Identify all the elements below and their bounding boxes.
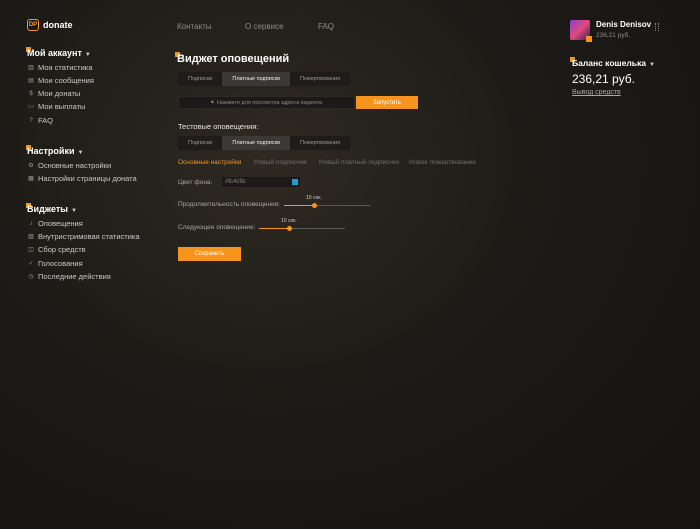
nav-contacts[interactable]: Контакты — [177, 22, 212, 31]
logo-text: donate — [43, 20, 73, 30]
stats-icon: ▧ — [28, 233, 34, 240]
sidebar-item-payouts[interactable]: ▭ Мои выплаты — [28, 102, 85, 111]
next-alert-slider[interactable]: 10 сек. — [259, 218, 345, 231]
wallet-title-label: Баланс кошелька — [572, 58, 646, 68]
subtab-new-donation[interactable]: Новое пожертвование — [409, 159, 476, 166]
sidebar-item-label: Мои сообщения — [38, 76, 94, 85]
logo-mark: DP — [27, 19, 39, 31]
test-tab-paid-subscriptions[interactable]: Платные подписки — [222, 136, 290, 150]
subtab-main-settings[interactable]: Основные настройки — [178, 159, 241, 166]
fund-icon: ◫ — [28, 246, 34, 253]
bg-color-label: Цвет фона: — [178, 179, 213, 186]
sidebar-item-label: Последние действия — [38, 272, 111, 281]
sidebar-item-label: Моя статистика — [38, 63, 93, 72]
tab-donations[interactable]: Пожертвования — [290, 72, 351, 86]
slider-value: 10 сек. — [281, 218, 297, 224]
test-tab-donations[interactable]: Пожертвования — [290, 136, 351, 150]
widget-url-placeholder: Нажмите для просмотра адреса виджета — [216, 99, 323, 106]
section-title: Настройки — [27, 146, 75, 156]
sidebar-item-stream-stats[interactable]: ▧ Внутристримовая статистика — [28, 232, 140, 241]
nav-about[interactable]: О сервисе — [245, 22, 284, 31]
sidebar-item-label: FAQ — [38, 116, 54, 125]
caret-down-icon: ▼ — [71, 208, 77, 214]
caret-down-icon: ▼ — [648, 62, 655, 68]
launch-button[interactable]: Запустить — [356, 96, 418, 109]
test-alerts-title: Тестовые оповещения: — [178, 122, 259, 131]
nav-faq[interactable]: FAQ — [318, 22, 334, 31]
sidebar-item-statistics[interactable]: ▥ Моя статистика — [28, 63, 92, 72]
sidebar-item-label: Внутристримовая статистика — [38, 232, 140, 241]
sidebar-item-donations[interactable]: $ Мои донаты — [28, 89, 80, 98]
sidebar-item-label: Основные настройки — [38, 161, 112, 170]
widget-tabs: Подписки Платные подписки Пожертвования — [178, 72, 351, 86]
wallet-title[interactable]: Баланс кошелька ▼ — [572, 58, 655, 68]
subtab-new-subscriber[interactable]: Новый подписчик — [254, 159, 307, 166]
chart-icon: ▥ — [28, 64, 34, 71]
message-icon: ▤ — [28, 77, 34, 84]
next-alert-label: Следующее оповещение: — [178, 224, 256, 231]
sidebar-item-recent-actions[interactable]: ◷ Последние действия — [28, 272, 111, 281]
sidebar-item-label: Оповещения — [38, 219, 83, 228]
user-balance: 236,21 руб. — [596, 32, 631, 39]
avatar[interactable] — [570, 20, 592, 42]
user-menu-icon[interactable] — [655, 23, 659, 31]
page-icon: ▦ — [28, 175, 34, 182]
sidebar-item-label: Мои выплаты — [38, 102, 86, 111]
wallet-icon: ▭ — [28, 103, 34, 110]
user-profile[interactable]: Denis Denisov 236,21 руб. — [570, 20, 652, 42]
clock-icon: ◷ — [28, 273, 34, 280]
sidebar-item-alerts[interactable]: ♪ Оповещения — [28, 219, 83, 228]
logo[interactable]: DP donate — [27, 19, 73, 31]
color-swatch[interactable] — [292, 179, 298, 185]
tab-subscriptions[interactable]: Подписки — [178, 72, 223, 86]
caret-down-icon: ▼ — [77, 150, 84, 156]
check-icon: ✓ — [28, 260, 34, 267]
slider-thumb[interactable] — [312, 203, 317, 208]
section-title: Мой аккаунт — [27, 48, 82, 58]
bg-color-input[interactable]: #fc4c9c — [221, 176, 301, 188]
sidebar-section-widgets[interactable]: Виджеты ▼ — [27, 204, 77, 214]
duration-label: Продолжительность оповещения: — [178, 201, 281, 208]
sidebar-item-label: Сбор средств — [38, 245, 86, 254]
sidebar-item-label: Голосования — [38, 259, 83, 268]
slider-thumb[interactable] — [287, 226, 292, 231]
sidebar-item-messages[interactable]: ▤ Мои сообщения — [28, 76, 94, 85]
sidebar-item-fundraising[interactable]: ◫ Сбор средств — [28, 245, 86, 254]
slider-fill — [259, 228, 289, 229]
page-title: Виджет оповещений — [177, 53, 290, 65]
gear-icon: ⚙ — [28, 162, 34, 169]
sidebar-section-account[interactable]: Мой аккаунт ▼ — [27, 48, 91, 58]
sidebar-item-label: Мои донаты — [38, 89, 81, 98]
wallet-amount: 236,21 руб. — [572, 72, 635, 86]
sidebar-item-label: Настройки страницы доната — [38, 174, 137, 183]
question-icon: ? — [29, 117, 33, 124]
slider-fill — [284, 205, 314, 206]
test-tabs: Подписки Платные подписки Пожертвования — [178, 136, 351, 150]
test-tab-subscriptions[interactable]: Подписки — [178, 136, 223, 150]
section-title: Виджеты — [27, 204, 68, 214]
sidebar-item-main-settings[interactable]: ⚙ Основные настройки — [28, 161, 111, 170]
sidebar-section-settings[interactable]: Настройки ▼ — [27, 146, 83, 156]
duration-slider[interactable]: 10 сек. — [284, 195, 370, 208]
sidebar-item-faq[interactable]: ? FAQ — [28, 116, 53, 125]
bell-icon: ♪ — [29, 220, 33, 227]
caret-down-icon: ▼ — [84, 52, 91, 58]
sidebar-item-donate-page[interactable]: ▦ Настройки страницы доната — [28, 174, 137, 183]
save-button[interactable]: Сохранить — [178, 247, 241, 261]
sidebar-item-polls[interactable]: ✓ Голосования — [28, 259, 83, 268]
tab-paid-subscriptions[interactable]: Платные подписки — [222, 72, 290, 86]
dollar-icon: $ — [29, 90, 33, 97]
user-name: Denis Denisov — [596, 20, 652, 29]
widget-url-field[interactable]: 🔒︎ Нажмите для просмотра адреса виджета — [178, 96, 355, 109]
subtab-new-paid-subscriber[interactable]: Новый платный подписчик — [319, 159, 399, 166]
withdraw-link[interactable]: Вывод средств — [572, 89, 621, 96]
lock-icon: 🔒︎ — [210, 99, 214, 105]
slider-value: 10 сек. — [306, 195, 322, 201]
